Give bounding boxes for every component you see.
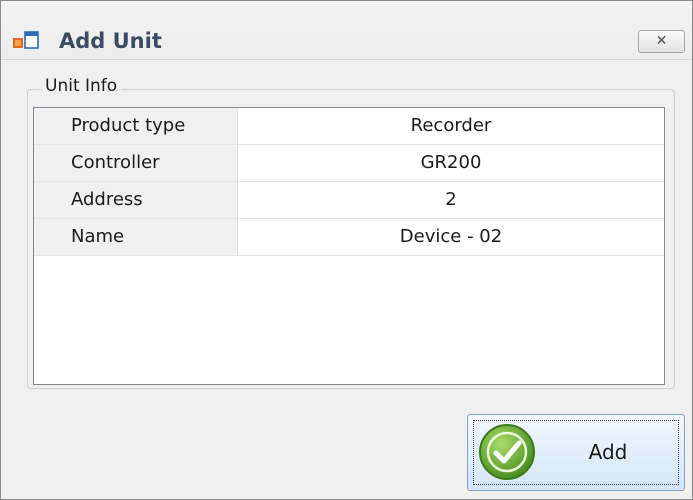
unit-info-group-label: Unit Info — [41, 71, 122, 101]
window-app-icon — [13, 31, 39, 49]
property-value[interactable]: 2 — [238, 182, 664, 218]
add-button[interactable]: Add — [467, 414, 685, 491]
add-button-label: Add — [588, 440, 628, 464]
add-unit-dialog: Add Unit ✕ Unit Info Product type Record… — [0, 0, 693, 500]
property-value[interactable]: Recorder — [238, 108, 664, 144]
property-name: Name — [34, 219, 238, 255]
close-icon: ✕ — [655, 33, 668, 49]
property-row-controller[interactable]: Controller GR200 — [34, 145, 664, 182]
property-name: Address — [34, 182, 238, 218]
property-row-address[interactable]: Address 2 — [34, 182, 664, 219]
property-value[interactable]: Device - 02 — [238, 219, 664, 255]
property-grid[interactable]: Product type Recorder Controller GR200 A… — [33, 107, 665, 385]
window-title: Add Unit — [59, 29, 162, 53]
close-button[interactable]: ✕ — [638, 30, 685, 53]
property-row-product-type[interactable]: Product type Recorder — [34, 108, 664, 145]
title-bar[interactable]: Add Unit ✕ — [1, 1, 692, 60]
green-check-icon — [479, 424, 535, 480]
property-value[interactable]: GR200 — [238, 145, 664, 181]
property-name: Controller — [34, 145, 238, 181]
property-row-name[interactable]: Name Device - 02 — [34, 219, 664, 256]
property-name: Product type — [34, 108, 238, 144]
